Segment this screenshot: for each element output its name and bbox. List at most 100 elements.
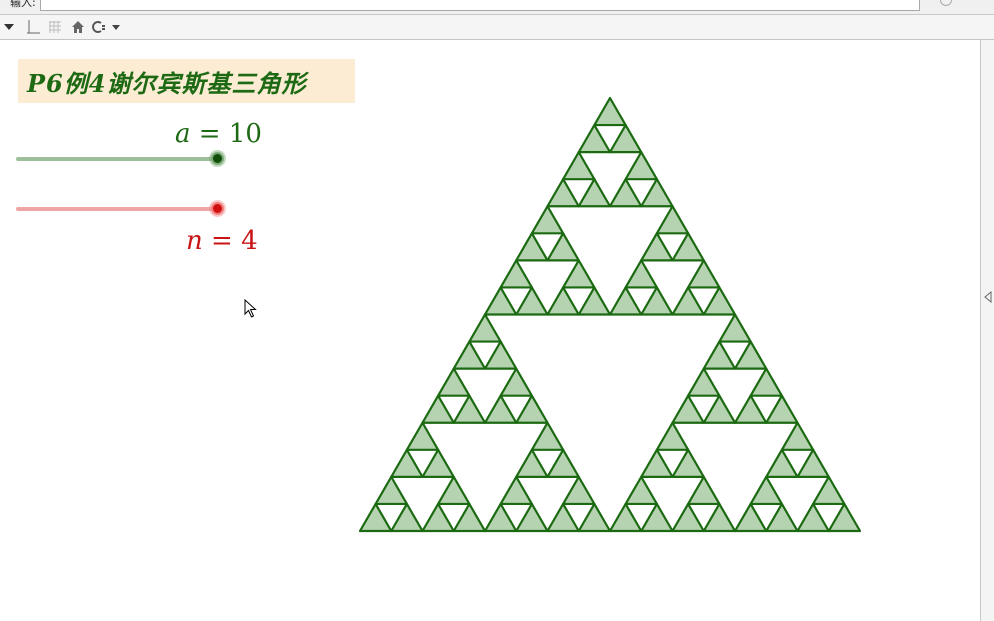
right-sidebar-gutter xyxy=(981,40,994,621)
sierpinski-cell-29 xyxy=(483,340,518,370)
sierpinski-cell-27 xyxy=(468,313,502,343)
sierpinski-cell-24 xyxy=(687,259,721,289)
sierpinski-cell-77 xyxy=(765,502,799,533)
sierpinski-triangle[interactable] xyxy=(355,95,865,537)
sierpinski-cell-63 xyxy=(655,421,690,451)
sierpinski-cell-42 xyxy=(437,475,471,506)
sierpinski-cell-43 xyxy=(421,502,455,533)
sierpinski-cell-73 xyxy=(765,448,799,478)
sierpinski-cell-39 xyxy=(374,475,408,506)
sierpinski-cell-16 xyxy=(546,286,580,316)
slider-a-equals: = xyxy=(190,119,229,149)
home-icon[interactable] xyxy=(69,15,87,39)
sierpinski-cell-54 xyxy=(718,313,752,343)
slider-n-handle[interactable] xyxy=(211,202,224,215)
sierpinski-cell-48 xyxy=(499,475,533,506)
sierpinski-cell-65 xyxy=(671,448,705,478)
sierpinski-cell-37 xyxy=(390,448,424,478)
sierpinski-cell-35 xyxy=(515,394,549,424)
sierpinski-cell-79 xyxy=(796,502,830,533)
sierpinski-cell-25 xyxy=(671,286,705,316)
sierpinski-cell-78 xyxy=(812,475,846,506)
sierpinski-cell-61 xyxy=(733,394,768,424)
sierpinski-cell-3 xyxy=(562,151,596,181)
input-bar: 输入: xyxy=(0,0,994,15)
sierpinski-cell-28 xyxy=(452,340,487,370)
slider-a-track[interactable] xyxy=(16,157,218,161)
sierpinski-cell-70 xyxy=(671,502,705,533)
sierpinski-cell-41 xyxy=(390,502,424,533)
sierpinski-cell-76 xyxy=(733,502,768,533)
sierpinski-cell-46 xyxy=(515,448,549,478)
slider-n-equals: = xyxy=(202,226,242,256)
sierpinski-cell-72 xyxy=(780,421,815,451)
input-bar-label: 输入: xyxy=(10,0,36,9)
sierpinski-cell-34 xyxy=(483,394,518,424)
sierpinski-cell-64 xyxy=(640,448,674,478)
sierpinski-cell-8 xyxy=(640,178,674,208)
sierpinski-cell-51 xyxy=(562,475,596,506)
sierpinski-cell-26 xyxy=(702,286,737,316)
sierpinski-cell-40 xyxy=(358,502,393,533)
sierpinski-cell-71 xyxy=(702,502,737,533)
sierpinski-cell-74 xyxy=(796,448,830,478)
sierpinski-cell-20 xyxy=(671,232,705,262)
sierpinski-cell-49 xyxy=(483,502,518,533)
sierpinski-cell-55 xyxy=(702,340,737,370)
sierpinski-cell-2 xyxy=(608,123,643,154)
sierpinski-cell-30 xyxy=(437,367,471,397)
slider-n-var: n xyxy=(186,226,203,256)
slider-a-handle[interactable] xyxy=(211,152,224,165)
point-capture-dropdown-icon[interactable] xyxy=(91,15,123,39)
sierpinski-cell-36 xyxy=(405,421,440,451)
sierpinski-cell-10 xyxy=(515,232,549,262)
style-toolbar xyxy=(0,15,994,40)
sierpinski-cell-58 xyxy=(671,394,705,424)
sierpinski-cell-22 xyxy=(608,286,643,316)
sierpinski-cell-60 xyxy=(749,367,783,397)
sierpinski-cell-7 xyxy=(608,178,643,208)
sierpinski-cell-12 xyxy=(499,259,533,289)
slider-a-value: 10 xyxy=(228,119,262,149)
sierpinski-cell-47 xyxy=(546,448,580,478)
sierpinski-cell-57 xyxy=(687,367,721,397)
sierpinski-cell-31 xyxy=(421,394,455,424)
sierpinski-cell-53 xyxy=(577,502,612,533)
input-field[interactable] xyxy=(40,0,920,11)
sierpinski-cell-17 xyxy=(577,286,612,316)
sierpinski-cell-9 xyxy=(530,205,565,235)
toolbar-toggle-icon[interactable] xyxy=(3,15,15,39)
sierpinski-cell-50 xyxy=(515,502,549,533)
sierpinski-cell-1 xyxy=(577,123,612,154)
sierpinski-cell-11 xyxy=(546,232,580,262)
sierpinski-cell-66 xyxy=(624,475,658,506)
sierpinski-cell-18 xyxy=(655,205,690,235)
sierpinski-cell-14 xyxy=(515,286,549,316)
sierpinski-cell-75 xyxy=(749,475,783,506)
sierpinski-cell-19 xyxy=(640,232,674,262)
axes-toggle-icon[interactable] xyxy=(24,15,42,39)
slider-n-value: 4 xyxy=(241,226,258,256)
slider-a-label: a = 10 xyxy=(175,119,262,149)
sierpinski-cell-5 xyxy=(577,178,612,208)
sierpinski-cell-15 xyxy=(562,259,596,289)
sierpinski-cell-69 xyxy=(687,475,721,506)
sierpinski-cell-32 xyxy=(452,394,487,424)
page-title: P6例4谢尔宾斯基三角形 xyxy=(18,59,355,103)
slider-a-var: a xyxy=(175,119,191,149)
graphics-view[interactable]: P6例4谢尔宾斯基三角形 a = 10 n = 4 xyxy=(0,40,981,621)
sierpinski-cell-4 xyxy=(546,178,580,208)
slider-n-track[interactable] xyxy=(16,207,218,211)
sierpinski-cell-13 xyxy=(483,286,518,316)
sierpinski-cell-52 xyxy=(546,502,580,533)
sierpinski-cell-21 xyxy=(624,259,658,289)
info-icon[interactable] xyxy=(940,0,952,6)
collapse-panel-icon[interactable] xyxy=(984,288,992,307)
slider-n-label: n = 4 xyxy=(186,226,258,256)
sierpinski-cell-0 xyxy=(593,96,627,127)
sierpinski-cell-45 xyxy=(530,421,565,451)
sierpinski-cell-68 xyxy=(640,502,674,533)
sierpinski-cell-44 xyxy=(452,502,487,533)
sierpinski-cell-33 xyxy=(499,367,533,397)
grid-icon[interactable] xyxy=(46,15,64,39)
